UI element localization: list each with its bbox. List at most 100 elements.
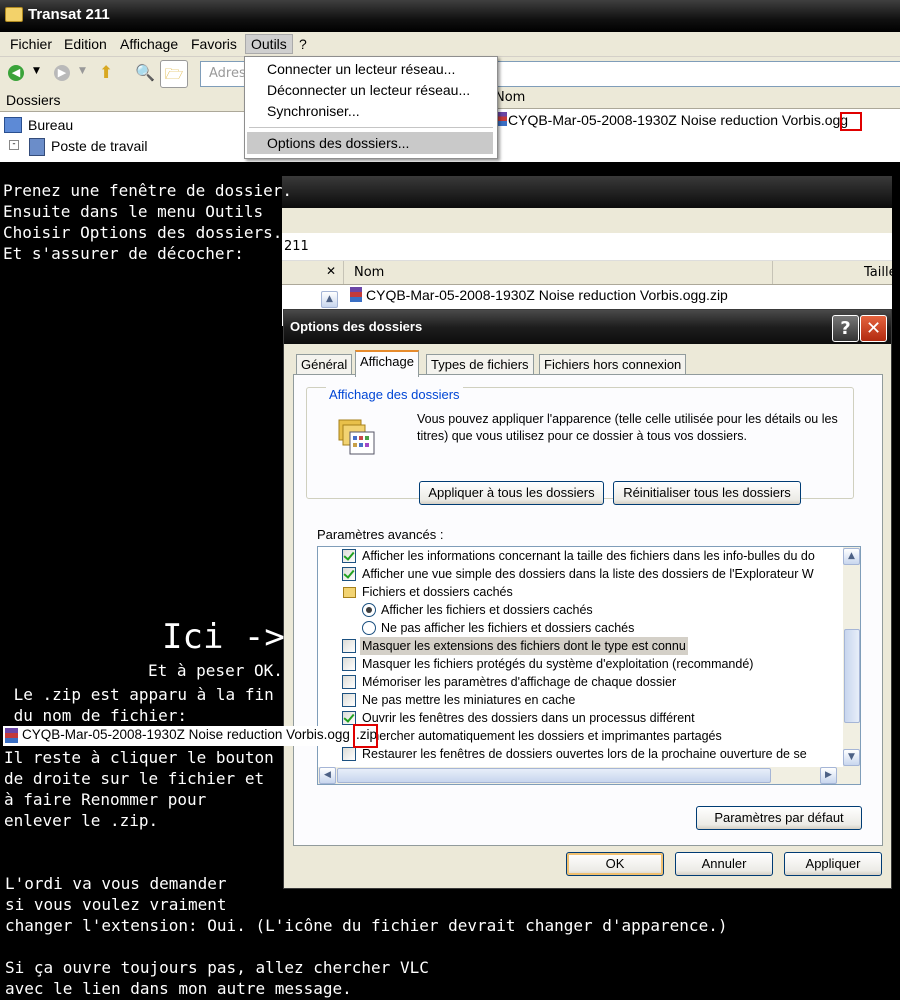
scroll-left-icon[interactable]: ◀ [319,767,336,784]
folder-icon [343,587,356,598]
tab-affichage[interactable]: Affichage [355,350,419,377]
file-item[interactable]: CYQB-Mar-05-2008-1930Z Noise reduction V… [508,112,848,128]
instruction-rename: Il reste à cliquer le bouton de droite s… [4,748,274,830]
folders-toggle-icon[interactable]: 🗁 [160,60,188,88]
folders-header-label: Dossiers [6,92,61,108]
menu-item-connect-drive[interactable]: Connecter un lecteur réseau... [267,61,455,77]
chevron-down-icon[interactable]: ▼ [33,66,40,76]
explorer-title-bar[interactable]: Transat 211 [0,0,900,32]
up-folder-icon[interactable]: ⬆ [99,63,113,83]
advanced-settings-list[interactable]: Afficher les informations concernant la … [317,546,861,785]
scroll-right-icon[interactable]: ▶ [820,767,837,784]
menu-item-disconnect-drive[interactable]: Déconnecter un lecteur réseau... [267,82,470,98]
tab-fichiers-hors-connexion[interactable]: Fichiers hors connexion [539,354,687,375]
instruction-zip-appeared: Le .zip est apparu à la fin du nom de fi… [13,685,274,725]
setting-label: Restaurer les fenêtres de dossiers ouver… [362,747,807,761]
column-name-label: Nom [495,90,526,105]
checkbox-unchecked[interactable] [342,675,356,689]
menu-help[interactable]: ? [294,35,312,53]
instruction-press-ok: Et à peser OK. [148,661,283,680]
menu-separator [249,127,493,128]
checkbox-checked[interactable] [342,567,356,581]
tab-types-de-fichiers[interactable]: Types de fichiers [426,354,534,375]
dialog-title: Options des dossiers [290,319,423,334]
scroll-up-icon[interactable]: ▲ [843,548,860,565]
setting-label: Masquer les fichiers protégés du système… [362,657,754,671]
column-divider [343,261,344,284]
instruction-vlc: Si ça ouvre toujours pas, allez chercher… [5,958,429,998]
menu-affichage[interactable]: Affichage [115,35,183,53]
setting-group-label: Fichiers et dossiers cachés [362,585,513,599]
apply-all-folders-button[interactable]: Appliquer à tous les dossiers [419,481,604,505]
computer-icon [29,138,45,156]
checkbox-unchecked[interactable] [342,693,356,707]
close-button[interactable]: ✕ [860,315,887,342]
column-divider [772,261,773,284]
menu-item-folder-options[interactable]: Options des dossiers... [267,135,409,151]
collapse-icon[interactable]: - [9,140,19,150]
menu-outils[interactable]: Outils [245,34,293,54]
outils-dropdown-menu: Connecter un lecteur réseau... Déconnect… [244,56,498,159]
menu-item-synchroniser[interactable]: Synchroniser... [267,103,360,119]
checkbox-checked[interactable] [342,549,356,563]
setting-label: Mémoriser les paramètres d'affichage de … [362,675,677,689]
setting-label: Afficher les informations concernant la … [362,549,815,563]
folder-icon [5,7,23,22]
tree-item-bureau[interactable]: Bureau [28,117,73,133]
back-arrow-icon[interactable]: ◀ [8,65,24,81]
column-name-label[interactable]: Nom [354,265,384,280]
radio-unselected[interactable] [362,621,376,635]
default-settings-button[interactable]: Paramètres par défaut [696,806,862,830]
tree-item-poste-de-travail[interactable]: Poste de travail [51,138,148,154]
setting-label: Ne pas mettre les miniatures en cache [362,693,576,707]
checkbox-unchecked[interactable] [342,657,356,671]
column-size-label[interactable]: Taille [864,265,897,280]
checkbox-unchecked[interactable] [342,747,356,761]
address-label: Adres [209,66,246,81]
menu-favoris[interactable]: Favoris [186,35,242,53]
folders-header: Dossiers [0,89,245,112]
forward-arrow-icon[interactable]: ▶ [54,65,70,81]
arrow-label-ici: Ici -> [162,617,285,657]
winrar-file-icon [5,728,18,743]
vertical-scrollbar[interactable]: ▲ ▼ [843,547,860,767]
chevron-down-icon[interactable]: ▼ [79,66,86,76]
background-title-bar [282,176,892,208]
group-description: Vous pouvez appliquer l'apparence (telle… [417,412,838,443]
tab-general[interactable]: Général [296,354,353,375]
radio-selected[interactable] [362,603,376,617]
background-toolbar [282,208,892,233]
window-title: Transat 211 [28,6,110,23]
setting-label: Afficher les fichiers et dossiers cachés [381,603,593,617]
apply-button[interactable]: Appliquer [784,852,882,876]
scroll-thumb[interactable] [337,768,771,783]
search-icon[interactable]: 🔍 [135,63,155,82]
highlight-box [353,724,378,748]
menu-edition[interactable]: Edition [59,35,112,53]
setting-label: Ouvrir les fenêtres des dossiers dans un… [362,711,695,725]
filename-example-text: CYQB-Mar-05-2008-1930Z Noise reduction V… [22,727,350,742]
menu-fichier[interactable]: Fichier [5,35,57,53]
setting-label: Masquer les extensions des fichiers dont… [360,637,688,655]
winrar-file-icon [350,287,362,302]
menu-bar: Fichier Edition Affichage Favoris Outils… [0,32,900,57]
folders-view-icon [337,416,375,455]
scroll-up-icon[interactable]: ▲ [321,291,338,308]
reset-all-folders-button[interactable]: Réinitialiser tous les dossiers [613,481,801,505]
group-title: Affichage des dossiers [326,387,463,402]
zip-file-item[interactable]: CYQB-Mar-05-2008-1930Z Noise reduction V… [366,287,728,303]
filename-example: CYQB-Mar-05-2008-1930Z Noise reduction V… [3,726,378,746]
dialog-title-bar[interactable]: Options des dossiers ? ✕ [284,310,891,344]
background-address-bar[interactable]: 211 [282,233,892,261]
horizontal-scrollbar[interactable]: ◀ ▶ [318,767,860,784]
close-icon[interactable]: ✕ [326,264,336,278]
help-button[interactable]: ? [832,315,859,342]
instruction-confirm: L'ordi va vous demander si vous voulez v… [5,874,728,935]
checkbox-checked[interactable] [342,711,356,725]
scroll-down-icon[interactable]: ▼ [843,749,860,766]
folder-options-dialog: Options des dossiers ? ✕ Général Afficha… [283,309,892,889]
files-column-header[interactable]: Nom [495,88,900,109]
scroll-thumb[interactable] [844,629,860,723]
checkbox-unchecked[interactable] [342,639,356,653]
setting-label: Afficher une vue simple des dossiers dan… [362,567,814,581]
